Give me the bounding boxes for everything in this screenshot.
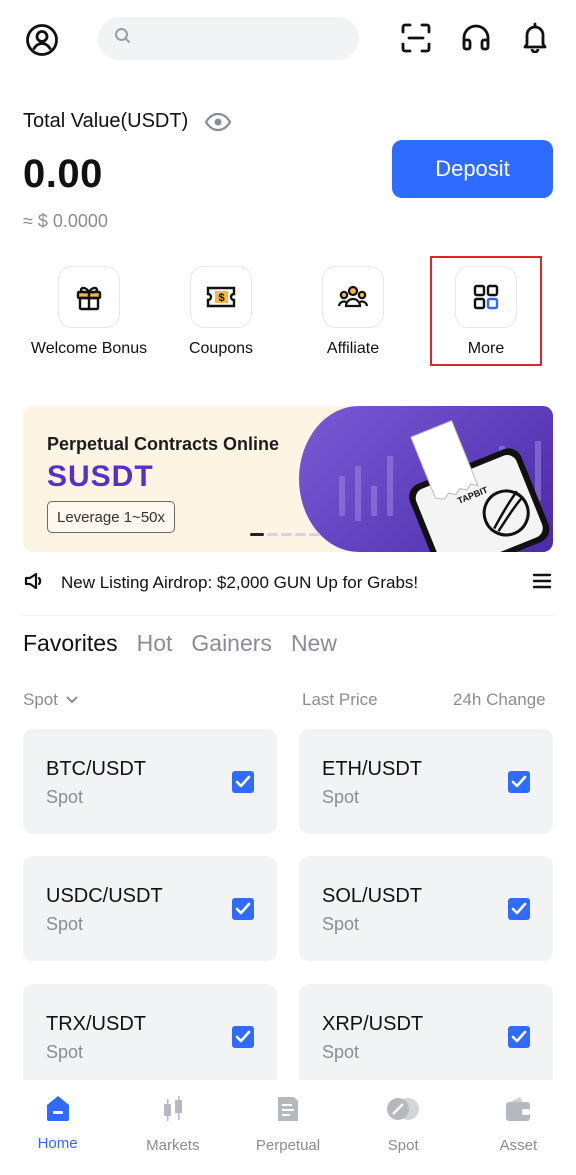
checkbox[interactable] bbox=[508, 898, 530, 920]
tab-favorites[interactable]: Favorites bbox=[23, 630, 118, 657]
favorite-card[interactable]: XRP/USDT Spot bbox=[299, 984, 553, 1089]
checkbox[interactable] bbox=[232, 1026, 254, 1048]
coupon-icon: $ bbox=[190, 266, 252, 328]
favorite-card[interactable]: ETH/USDT Spot bbox=[299, 729, 553, 834]
favorite-card[interactable]: USDC/USDT Spot bbox=[23, 856, 277, 961]
total-value-amount: 0.00 bbox=[23, 152, 103, 196]
pair-name: BTC/USDT bbox=[46, 758, 146, 780]
nav-label: Spot bbox=[387, 1137, 419, 1154]
nav-home[interactable]: Home bbox=[0, 1080, 115, 1175]
nav-label: Markets bbox=[146, 1137, 200, 1154]
shortcut-coupons[interactable]: $ Coupons bbox=[155, 266, 287, 358]
highlight-box bbox=[430, 256, 542, 366]
divider bbox=[23, 615, 553, 616]
favorite-card[interactable]: BTC/USDT Spot bbox=[23, 729, 277, 834]
pair-name: ETH/USDT bbox=[322, 758, 422, 780]
change-header[interactable]: 24h Change bbox=[453, 690, 546, 710]
checkbox[interactable] bbox=[232, 771, 254, 793]
pair-type: Spot bbox=[322, 787, 360, 807]
tab-gainers[interactable]: Gainers bbox=[191, 630, 272, 657]
checkbox[interactable] bbox=[508, 771, 530, 793]
pair-type: Spot bbox=[46, 1042, 84, 1062]
scan-icon[interactable] bbox=[399, 21, 433, 55]
shortcut-affiliate[interactable]: Affiliate bbox=[287, 266, 419, 358]
favorite-card[interactable]: TRX/USDT Spot bbox=[23, 984, 277, 1089]
carousel-dot[interactable] bbox=[295, 533, 306, 536]
shortcut-label: Coupons bbox=[188, 340, 254, 357]
nav-label: Asset bbox=[499, 1137, 538, 1154]
pair-type: Spot bbox=[46, 787, 84, 807]
favorite-card[interactable]: SOL/USDT Spot bbox=[299, 856, 553, 961]
pair-name: SOL/USDT bbox=[322, 885, 423, 907]
total-value-label-text: Total Value(USDT) bbox=[23, 110, 189, 132]
pair-name: TRX/USDT bbox=[46, 1013, 146, 1035]
carousel-dots bbox=[250, 533, 320, 536]
candlestick-icon bbox=[158, 1094, 188, 1129]
checkbox[interactable] bbox=[232, 898, 254, 920]
svg-text:$: $ bbox=[218, 292, 224, 304]
top-bar bbox=[0, 0, 576, 80]
contract-icon bbox=[273, 1094, 303, 1129]
spot-icon bbox=[384, 1094, 422, 1129]
banner-leverage-pill: Leverage 1~50x bbox=[47, 501, 176, 533]
tab-new[interactable]: New bbox=[291, 630, 337, 657]
tab-hot[interactable]: Hot bbox=[137, 630, 173, 657]
pair-type: Spot bbox=[46, 914, 84, 934]
banner-art: TAPBIT bbox=[299, 406, 553, 552]
bell-icon[interactable] bbox=[518, 20, 552, 54]
carousel-dot[interactable] bbox=[250, 533, 264, 536]
search-input[interactable] bbox=[140, 29, 340, 48]
total-value-label: Total Value(USDT) bbox=[23, 110, 232, 133]
last-price-header[interactable]: Last Price bbox=[302, 690, 378, 710]
eye-icon[interactable] bbox=[204, 112, 232, 132]
gift-icon bbox=[58, 266, 120, 328]
shortcut-label: Affiliate bbox=[326, 340, 380, 357]
total-value-fiat: ≈ $ 0.0000 bbox=[23, 211, 108, 231]
check-icon bbox=[511, 775, 527, 788]
check-icon bbox=[235, 902, 251, 915]
chevron-down-icon bbox=[66, 696, 78, 704]
promo-banner[interactable]: TAPBIT Perpetual Contracts Online SUSDT … bbox=[23, 406, 553, 552]
pair-type: Spot bbox=[322, 1042, 360, 1062]
checkbox[interactable] bbox=[508, 1026, 530, 1048]
check-icon bbox=[235, 775, 251, 788]
check-icon bbox=[511, 902, 527, 915]
notice-text: New Listing Airdrop: $2,000 GUN Up for G… bbox=[61, 573, 419, 592]
deposit-button[interactable]: Deposit bbox=[392, 140, 553, 198]
affiliate-icon bbox=[322, 266, 384, 328]
nav-spot[interactable]: Spot bbox=[346, 1080, 461, 1175]
search-icon bbox=[114, 27, 132, 50]
pair-name: USDC/USDT bbox=[46, 885, 163, 907]
check-icon bbox=[511, 1030, 527, 1043]
support-icon[interactable] bbox=[459, 21, 493, 55]
banner-headline: SUSDT bbox=[47, 460, 154, 493]
carousel-dot[interactable] bbox=[267, 533, 278, 536]
home-icon bbox=[43, 1094, 73, 1127]
notice-bar[interactable]: New Listing Airdrop: $2,000 GUN Up for G… bbox=[23, 562, 553, 604]
shortcut-welcome-bonus[interactable]: Welcome Bonus bbox=[23, 266, 155, 358]
market-filter-label: Spot bbox=[23, 690, 58, 709]
speaker-icon bbox=[23, 570, 45, 597]
nav-label: Perpetual bbox=[255, 1137, 321, 1154]
pair-name: XRP/USDT bbox=[322, 1013, 424, 1035]
nav-label: Home bbox=[37, 1135, 78, 1152]
bottom-nav: Home Markets Perpetual Spot Asset bbox=[0, 1080, 576, 1175]
check-icon bbox=[235, 1030, 251, 1043]
search-bar[interactable] bbox=[98, 17, 359, 60]
banner-title: Perpetual Contracts Online bbox=[47, 434, 280, 454]
profile-icon[interactable] bbox=[24, 22, 60, 58]
wallet-icon bbox=[503, 1094, 533, 1129]
shortcut-label: Welcome Bonus bbox=[30, 340, 148, 357]
menu-icon[interactable] bbox=[531, 572, 553, 595]
carousel-dot[interactable] bbox=[309, 533, 320, 536]
market-filter-dropdown[interactable]: Spot bbox=[23, 690, 78, 710]
pair-type: Spot bbox=[322, 914, 360, 934]
market-tabs: Favorites Hot Gainers New bbox=[23, 630, 337, 657]
nav-perpetual[interactable]: Perpetual bbox=[230, 1080, 345, 1175]
nav-asset[interactable]: Asset bbox=[461, 1080, 576, 1175]
carousel-dot[interactable] bbox=[281, 533, 292, 536]
nav-markets[interactable]: Markets bbox=[115, 1080, 230, 1175]
